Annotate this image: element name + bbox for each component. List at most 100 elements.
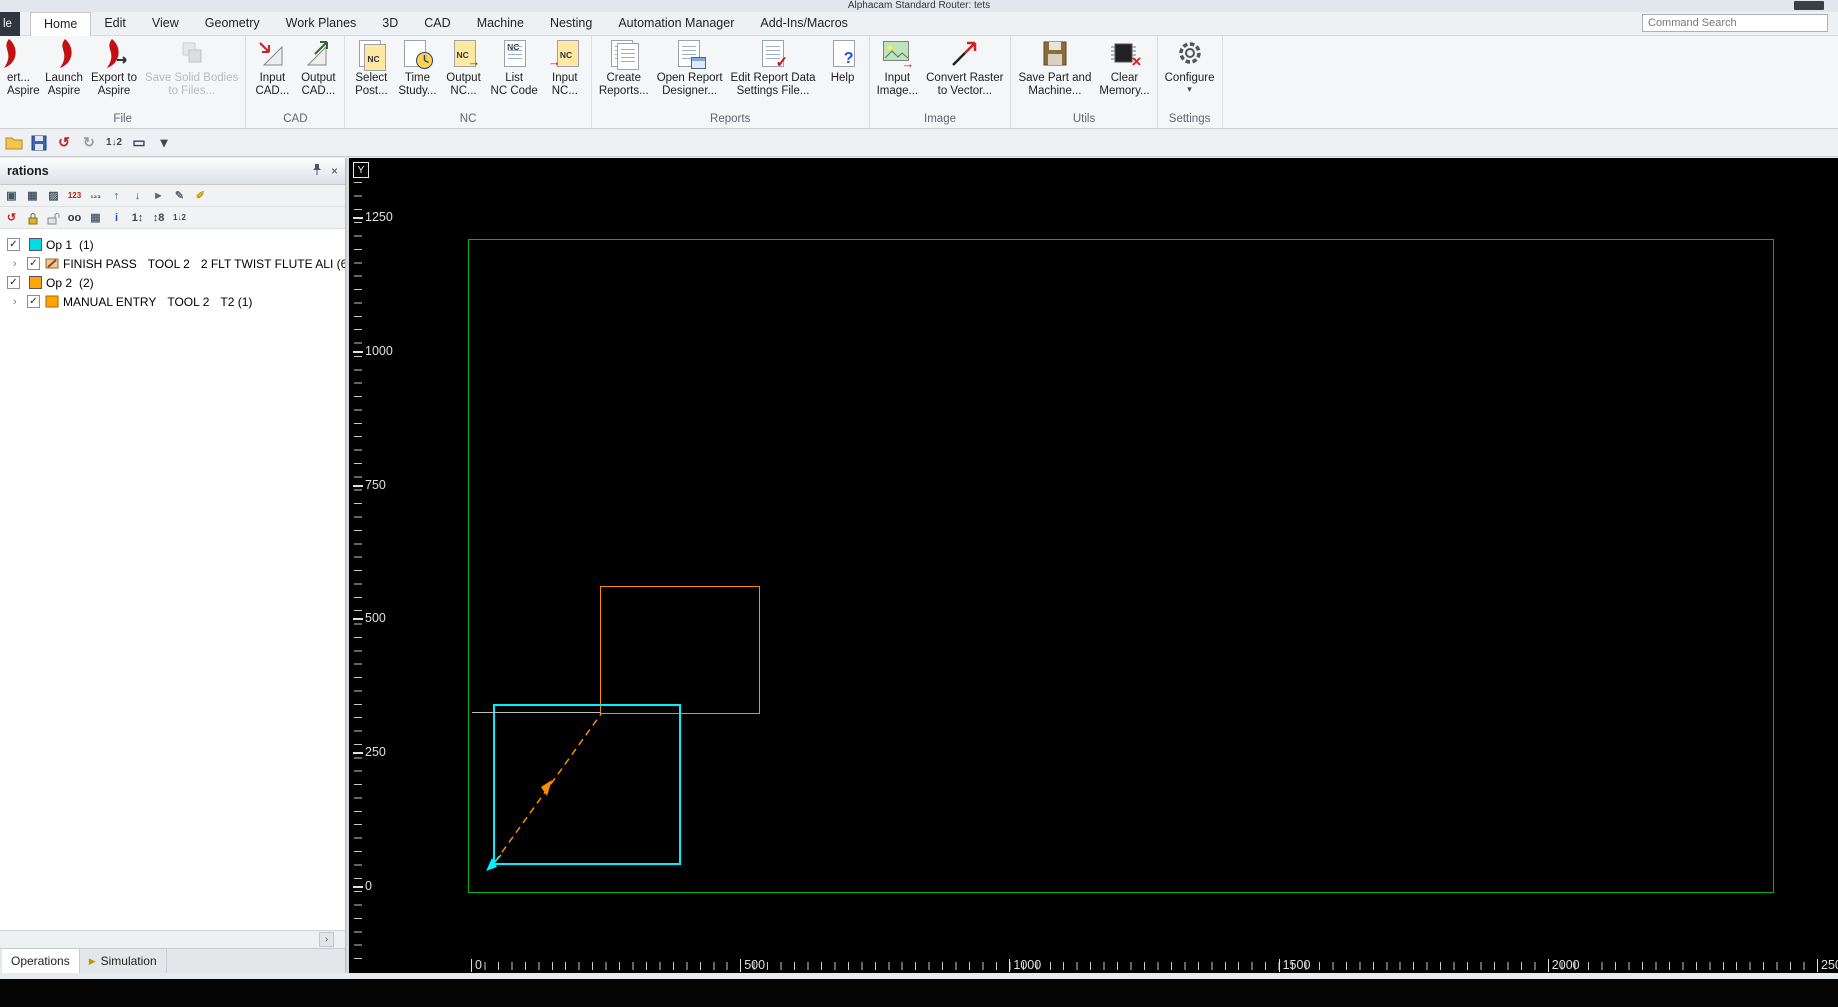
output-cad-button[interactable]: Output CAD...	[295, 36, 341, 98]
list-nc-icon: NC	[497, 38, 531, 70]
save-icon[interactable]	[30, 133, 48, 152]
dropdown-arrow-icon: ▾	[1187, 84, 1192, 94]
export-to-aspire-button[interactable]: Export to Aspire	[87, 36, 141, 98]
configure-button[interactable]: Configure ▾	[1161, 36, 1219, 94]
tab-machine[interactable]: Machine	[464, 12, 537, 36]
tab-cad[interactable]: CAD	[411, 12, 463, 36]
op-color-swatch	[29, 276, 42, 289]
input-nc-button[interactable]: NC → Input NC...	[542, 36, 588, 98]
undo-icon[interactable]: ↺	[55, 133, 73, 152]
display-window-icon[interactable]: ▣	[2, 187, 21, 205]
grid-numbers-icon[interactable]: ▦	[86, 209, 105, 227]
time-study-button[interactable]: Time Study...	[394, 36, 440, 98]
entry-arrowhead-icon	[486, 858, 497, 871]
cubes-gray-icon	[175, 38, 209, 70]
tab-edit[interactable]: Edit	[91, 12, 139, 36]
grid-view-icon[interactable]: ▦	[23, 187, 42, 205]
help-icon: ?	[826, 38, 860, 70]
info-icon[interactable]: i	[107, 209, 126, 227]
clear-memory-button[interactable]: × Clear Memory...	[1095, 36, 1153, 98]
close-icon[interactable]: ×	[331, 164, 338, 178]
expand-icon[interactable]: ›	[13, 258, 23, 270]
x-axis-label: 2000	[1547, 959, 1580, 972]
checkbox-checked-icon[interactable]: ✓	[7, 276, 20, 289]
edit-report-data-settings-button[interactable]: ✓ Edit Report Data Settings File...	[727, 36, 820, 98]
window-layout-icon[interactable]: ▭	[130, 133, 148, 152]
input-image-button[interactable]: → Input Image...	[873, 36, 923, 98]
operations-toolbar-row2: ↺ oo ▦ i 1↕ ↕8 1↓2	[0, 207, 345, 229]
redo-icon[interactable]: ↻	[80, 133, 98, 152]
ribbon-group-label: Reports	[710, 113, 751, 125]
order-up-icon[interactable]: 1↕	[128, 209, 147, 227]
tab-nesting[interactable]: Nesting	[537, 12, 605, 36]
renumber-icon[interactable]: 1↓2	[170, 209, 189, 227]
checkbox-checked-icon[interactable]: ✓	[27, 295, 40, 308]
order-down-icon[interactable]: ↕8	[149, 209, 168, 227]
select-post-button[interactable]: NC Select Post...	[348, 36, 394, 98]
numbers-icon[interactable]: 123	[65, 187, 84, 205]
command-search-input[interactable]	[1642, 14, 1828, 32]
file-menu-button[interactable]: le	[0, 12, 20, 36]
save-machine-icon	[1038, 38, 1072, 70]
y-axis-label: 750	[353, 477, 386, 492]
list-nc-code-button[interactable]: NC List NC Code	[487, 36, 542, 98]
tab-home[interactable]: Home	[30, 12, 92, 36]
y-axis-label: 250	[353, 745, 386, 760]
tab-automation-manager[interactable]: Automation Manager	[605, 12, 747, 36]
y-axis-label: 500	[353, 611, 386, 626]
save-solid-bodies-button[interactable]: Save Solid Bodies to Files...	[141, 36, 242, 98]
tree-row[interactable]: ✓ Op 2 (2)	[0, 273, 345, 292]
grid-edit-icon[interactable]: ▨	[44, 187, 63, 205]
ribbon-tab-bar: Home Edit View Geometry Work Planes 3D CAD Mach…	[0, 12, 1838, 36]
report-settings-icon: ✓	[756, 38, 790, 71]
move-down-icon[interactable]: ↓	[128, 187, 147, 205]
manual-entry-icon	[45, 295, 59, 308]
pin-icon[interactable]	[311, 162, 322, 180]
panel-tab-simulation[interactable]: ▶ Simulation	[80, 949, 167, 973]
qat-dropdown-icon[interactable]: ▾	[155, 133, 173, 152]
raster-vector-icon	[948, 38, 982, 70]
panel-tab-operations[interactable]: Operations	[2, 949, 80, 973]
subscript-numbers-icon[interactable]: ₁₂₃	[86, 187, 105, 205]
expand-icon[interactable]: ›	[13, 296, 23, 308]
lock-icon[interactable]	[23, 209, 42, 227]
launch-aspire-button[interactable]: Launch Aspire	[41, 36, 87, 98]
checkbox-checked-icon[interactable]: ✓	[27, 257, 40, 270]
convert-raster-to-vector-button[interactable]: Convert Raster to Vector...	[922, 36, 1007, 98]
edit-operation-icon[interactable]: ✎	[170, 187, 189, 205]
reset-icon[interactable]: ↺	[2, 209, 21, 227]
panel-hscrollbar[interactable]: ›	[0, 930, 345, 948]
create-reports-button[interactable]: Create Reports...	[595, 36, 653, 98]
unlock-icon[interactable]	[44, 209, 63, 227]
tab-geometry[interactable]: Geometry	[192, 12, 273, 36]
tab-view[interactable]: View	[139, 12, 192, 36]
window-controls[interactable]	[1794, 1, 1824, 10]
checkbox-checked-icon[interactable]: ✓	[7, 238, 20, 251]
input-cad-icon	[255, 38, 289, 70]
operation-name: MANUAL ENTRY	[63, 294, 157, 309]
open-report-designer-button[interactable]: Open Report Designer...	[653, 36, 727, 98]
operation-tool: TOOL 2	[147, 256, 190, 271]
output-nc-button[interactable]: NC → Output NC...	[441, 36, 487, 98]
tree-row[interactable]: ✓ Op 1 (1)	[0, 235, 345, 254]
sequence-numbers-icon[interactable]: 1↓2	[105, 133, 123, 152]
op-label: Op 2	[46, 275, 73, 290]
help-button[interactable]: ? Help	[820, 36, 866, 85]
output-nc-icon: NC →	[447, 38, 481, 70]
find-icon[interactable]: oo	[65, 209, 84, 227]
convert-aspire-button[interactable]: ert... Aspire	[3, 36, 41, 98]
tree-row[interactable]: › ✓ MANUAL ENTRY TOOL 2 T2 (1)	[0, 292, 345, 311]
tree-row[interactable]: › ✓ FINISH PASS TOOL 2 2 FLT TWIST FLUTE ALI…	[0, 254, 345, 273]
save-part-and-machine-button[interactable]: Save Part and Machine...	[1014, 36, 1095, 98]
tab-add-ins-macros[interactable]: Add-Ins/Macros	[747, 12, 861, 36]
tab-work-planes[interactable]: Work Planes	[273, 12, 370, 36]
input-cad-button[interactable]: Input CAD...	[249, 36, 295, 98]
highlight-icon[interactable]: ✐	[191, 187, 210, 205]
scroll-right-icon[interactable]: ›	[319, 932, 334, 947]
drawing-canvas[interactable]: Y 12501000750500250005001000150020002500	[349, 158, 1838, 973]
tab-3d[interactable]: 3D	[369, 12, 411, 36]
pick-operation-icon[interactable]: ►	[149, 187, 168, 205]
open-file-icon[interactable]	[5, 133, 23, 152]
ribbon-group-label: CAD	[283, 113, 308, 125]
move-up-icon[interactable]: ↑	[107, 187, 126, 205]
